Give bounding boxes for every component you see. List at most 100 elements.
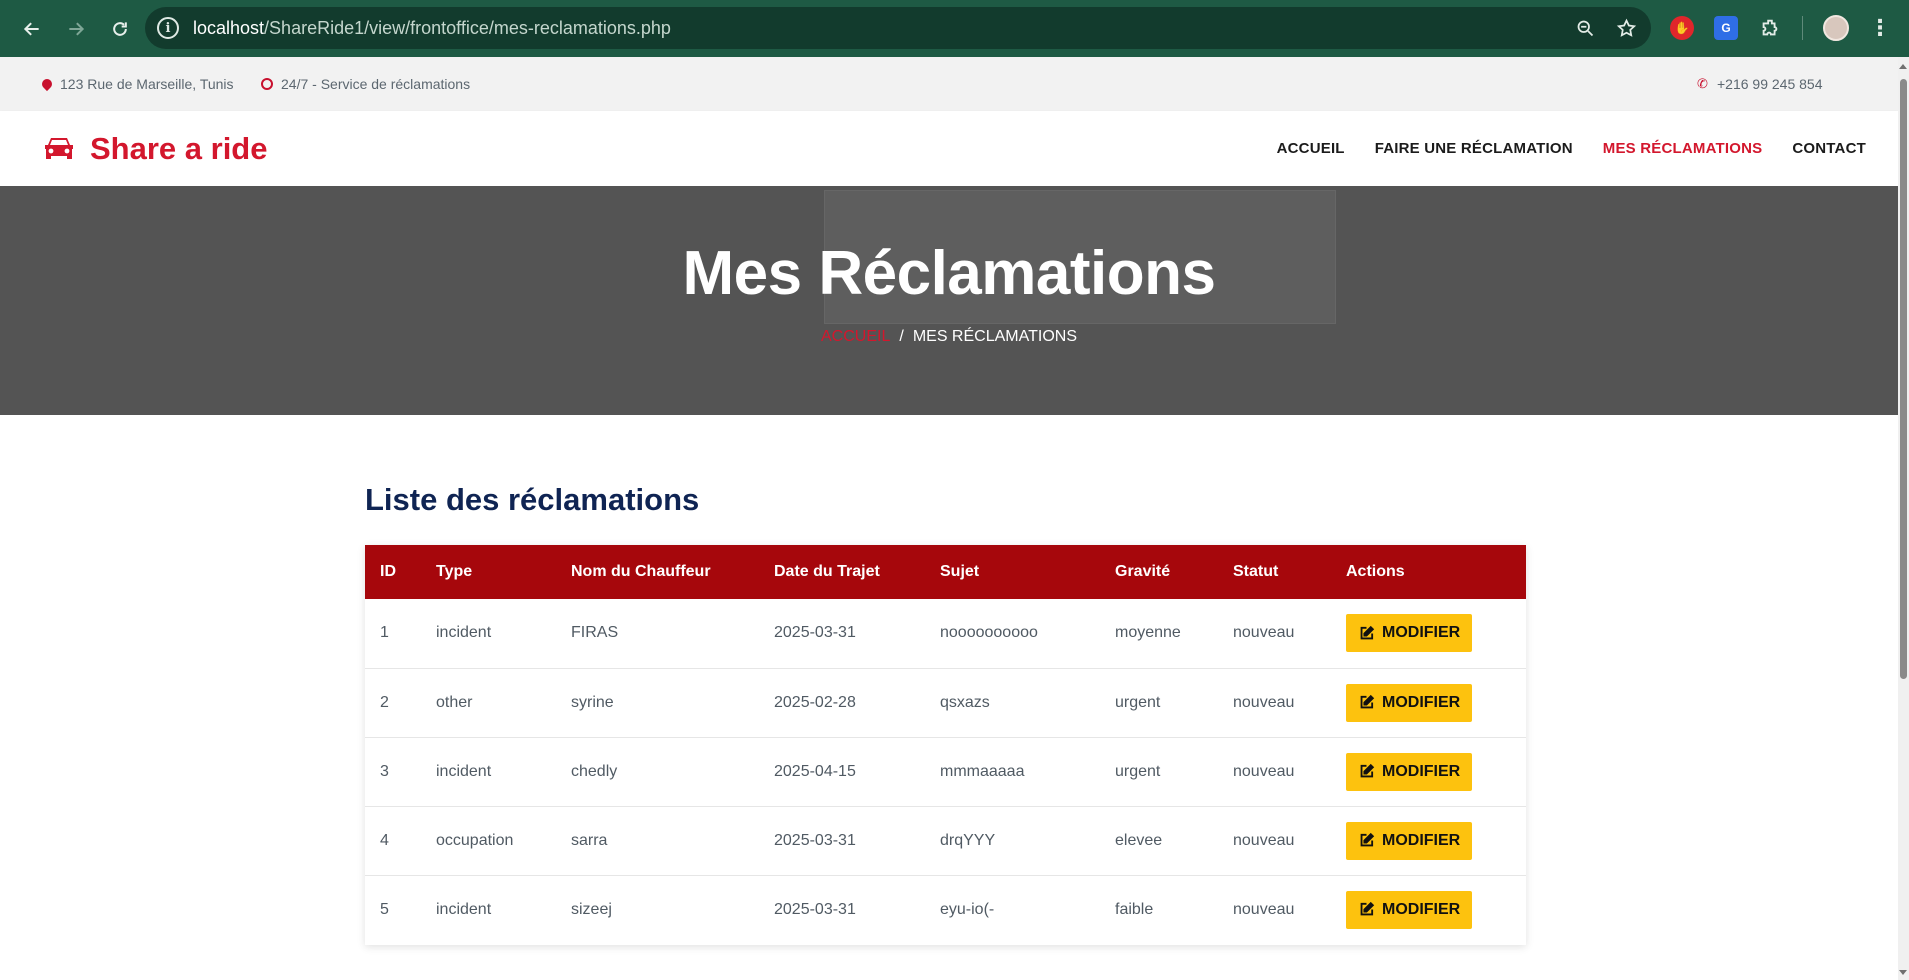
modifier-button[interactable]: MODIFIER: [1346, 752, 1473, 791]
cell-severity: urgent: [1115, 693, 1161, 711]
breadcrumb-current: MES RÉCLAMATIONS: [912, 328, 1077, 345]
cell-id: 1: [380, 624, 389, 642]
forward-button[interactable]: [56, 9, 96, 49]
edit-icon: [1360, 902, 1375, 916]
modifier-label: MODIFIER: [1382, 624, 1461, 642]
cell-date: 2025-03-31: [774, 900, 856, 918]
nav-menu: ACCUEIL FAIRE UNE RÉCLAMATION MES RÉCLAM…: [1277, 111, 1866, 186]
cell-subject: eyu-io(-: [940, 900, 995, 918]
address-text: 123 Rue de Marseille, Tunis: [60, 76, 234, 92]
scrollbar-thumb[interactable]: [1900, 79, 1907, 679]
phone-icon: ✆: [1697, 76, 1708, 91]
cell-id: 5: [380, 900, 389, 918]
cell-date: 2025-04-15: [774, 762, 856, 780]
cell-driver: sarra: [571, 831, 608, 849]
cell-status: nouveau: [1233, 831, 1295, 849]
reload-icon: [113, 21, 127, 36]
site-info-icon[interactable]: i: [157, 17, 179, 39]
nav-item-contact[interactable]: CONTACT: [1792, 140, 1866, 157]
modifier-label: MODIFIER: [1382, 900, 1461, 918]
header-driver: Nom du Chauffeur: [571, 563, 711, 580]
profile-avatar[interactable]: [1823, 15, 1849, 41]
browser-toolbar: i localhost/ShareRide1/view/frontoffice/…: [0, 0, 1909, 57]
cell-subject: noooooooooo: [940, 624, 1038, 642]
cell-subject: mmmaaaaa: [940, 762, 1025, 780]
map-pin-icon: [39, 76, 55, 92]
cell-actions: MODIFIER: [1331, 806, 1526, 875]
header-severity: Gravité: [1115, 563, 1171, 580]
header-status: Statut: [1233, 563, 1279, 580]
header-id: ID: [380, 563, 396, 580]
brand-logo[interactable]: Share a ride: [42, 111, 267, 186]
cell-severity: faible: [1115, 900, 1154, 918]
arrow-right-icon: [69, 21, 85, 36]
car-icon: [45, 137, 73, 159]
cell-severity: moyenne: [1115, 624, 1181, 642]
modifier-button[interactable]: MODIFIER: [1346, 821, 1473, 860]
scroll-up-arrow[interactable]: [1899, 64, 1907, 69]
modifier-label: MODIFIER: [1382, 762, 1461, 780]
modifier-button[interactable]: MODIFIER: [1346, 614, 1473, 653]
extensions-puzzle-icon[interactable]: [1758, 16, 1782, 40]
arrow-left-icon: [23, 21, 39, 36]
page-title: Mes Réclamations: [682, 239, 1217, 308]
table-row: 2 other syrine 2025-02-28 qsxazs urgent …: [365, 668, 1526, 737]
phone-info: ✆ +216 99 245 854: [1697, 76, 1823, 92]
translate-extension-icon[interactable]: G: [1714, 16, 1738, 40]
section-title: Liste des réclamations: [365, 482, 700, 517]
modifier-label: MODIFIER: [1382, 831, 1461, 849]
cell-actions: MODIFIER: [1331, 875, 1526, 944]
adblock-extension-icon[interactable]: ✋: [1670, 16, 1694, 40]
modifier-label: MODIFIER: [1382, 693, 1461, 711]
cell-date: 2025-03-31: [774, 831, 856, 849]
cell-date: 2025-03-31: [774, 624, 856, 642]
modifier-button[interactable]: MODIFIER: [1346, 890, 1473, 929]
scroll-down-arrow[interactable]: [1899, 970, 1907, 975]
table-row: 5 incident sizeej 2025-03-31 eyu-io(- fa…: [365, 875, 1526, 944]
cell-type: occupation: [436, 831, 514, 849]
bookmark-star-icon[interactable]: [1616, 18, 1637, 39]
cell-severity: elevee: [1115, 831, 1163, 849]
cell-actions: MODIFIER: [1331, 668, 1526, 737]
brand-name: Share a ride: [90, 130, 268, 166]
main-navbar: Share a ride ACCUEIL FAIRE UNE RÉCLAMATI…: [0, 111, 1898, 186]
zoom-icon[interactable]: [1575, 18, 1596, 39]
service-info: 24/7 - Service de réclamations: [261, 76, 470, 92]
back-button[interactable]: [12, 9, 52, 49]
edit-icon: [1360, 694, 1375, 709]
top-info-bar: 123 Rue de Marseille, Tunis 24/7 - Servi…: [0, 57, 1898, 111]
url-text[interactable]: localhost/ShareRide1/view/frontoffice/me…: [193, 18, 671, 39]
toolbar-separator: [1802, 16, 1803, 40]
cell-date: 2025-02-28: [774, 693, 856, 711]
browser-menu-icon[interactable]: ⋮: [1869, 17, 1891, 39]
cell-id: 4: [380, 831, 389, 849]
nav-item-mes-reclamations[interactable]: MES RÉCLAMATIONS: [1603, 140, 1763, 157]
breadcrumb: ACCUEIL / MES RÉCLAMATIONS: [0, 328, 1898, 346]
page-scrollbar[interactable]: [1898, 57, 1909, 980]
nav-item-faire-reclamation[interactable]: FAIRE UNE RÉCLAMATION: [1375, 140, 1573, 157]
table-row: 3 incident chedly 2025-04-15 mmmaaaaa ur…: [365, 737, 1526, 806]
reclamations-table: ID Type Nom du Chauffeur Date du Trajet …: [365, 545, 1526, 944]
cell-driver: chedly: [571, 762, 618, 780]
reload-button[interactable]: [100, 9, 140, 49]
edit-icon: [1360, 625, 1375, 640]
edit-icon: [1360, 763, 1375, 778]
cell-actions: MODIFIER: [1331, 599, 1526, 668]
table-row: 4 occupation sarra 2025-03-31 drqYYY ele…: [365, 806, 1526, 875]
nav-item-accueil[interactable]: ACCUEIL: [1277, 140, 1345, 157]
address-bar[interactable]: i localhost/ShareRide1/view/frontoffice/…: [145, 7, 1651, 49]
address-info: 123 Rue de Marseille, Tunis: [39, 76, 234, 92]
cell-driver: FIRAS: [571, 624, 619, 642]
cell-driver: sizeej: [571, 900, 612, 918]
header-type: Type: [436, 563, 473, 580]
clock-icon: [261, 78, 273, 90]
table-header-row: ID Type Nom du Chauffeur Date du Trajet …: [365, 545, 1526, 599]
cell-status: nouveau: [1233, 900, 1295, 918]
cell-id: 2: [380, 693, 389, 711]
breadcrumb-home[interactable]: ACCUEIL: [821, 328, 890, 345]
cell-type: incident: [436, 900, 492, 918]
header-date: Date du Trajet: [774, 563, 880, 580]
cell-severity: urgent: [1115, 762, 1161, 780]
modifier-button[interactable]: MODIFIER: [1346, 683, 1473, 722]
edit-icon: [1360, 832, 1375, 847]
